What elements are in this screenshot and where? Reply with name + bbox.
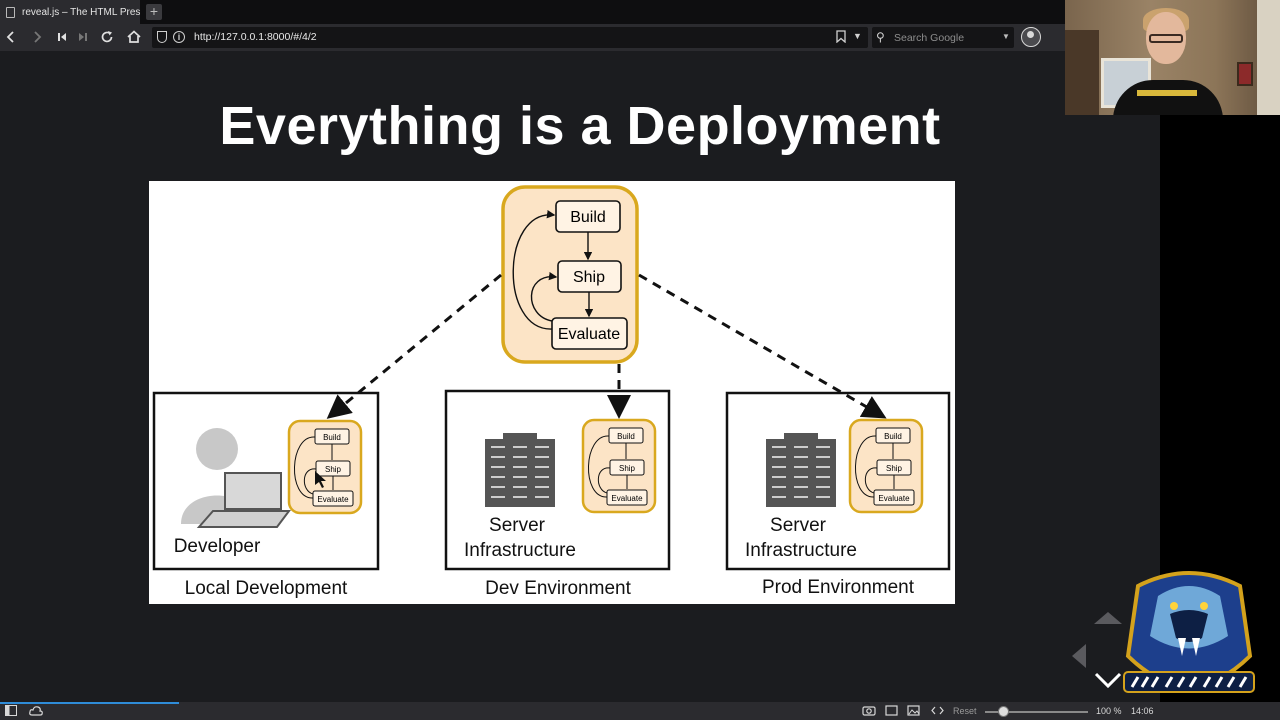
prod-build-label: Build xyxy=(884,432,902,441)
search-dropdown-icon[interactable]: ▼ xyxy=(1002,32,1010,41)
diagram-svg: Build Ship Evaluate Developer Server Inf… xyxy=(152,185,951,599)
central-evaluate-label: Evaluate xyxy=(558,326,620,343)
conference-logo xyxy=(1118,566,1260,706)
forward-button[interactable] xyxy=(28,28,46,46)
reload-button[interactable] xyxy=(98,28,116,46)
last-slide-button[interactable] xyxy=(74,28,92,46)
developer-label: Developer xyxy=(174,536,261,557)
new-tab-button[interactable]: + xyxy=(146,4,162,20)
webcam-feed xyxy=(1065,0,1280,115)
account-icon[interactable] xyxy=(1021,27,1041,47)
reload-icon xyxy=(101,31,113,43)
clock-time: 14:06 xyxy=(1131,706,1154,716)
dev-actor-line1: Server xyxy=(489,515,546,536)
central-ship-label: Ship xyxy=(573,269,605,286)
zoom-slider-handle[interactable] xyxy=(998,706,1009,717)
local-evaluate-label: Evaluate xyxy=(317,495,349,504)
skip-back-icon xyxy=(58,33,66,41)
dev-build-label: Build xyxy=(617,432,635,441)
slide-title: Everything is a Deployment xyxy=(219,96,941,156)
chevron-left-icon xyxy=(6,31,14,43)
back-button[interactable] xyxy=(2,28,20,46)
status-bar: Reset 100 % 14:06 xyxy=(0,702,1280,720)
address-bar[interactable]: i http://127.0.0.1:8000/#/4/2 ▼ xyxy=(152,27,868,48)
prod-ship-label: Ship xyxy=(886,464,903,473)
shield-icon[interactable] xyxy=(157,31,167,43)
cloud-icon[interactable] xyxy=(29,705,43,719)
search-input[interactable] xyxy=(894,30,998,45)
chevron-right-icon xyxy=(34,31,42,43)
tab-bar: reveal.js – The HTML Prese + xyxy=(0,0,1065,24)
arrow-to-prod xyxy=(638,273,887,419)
prod-env-label: Prod Environment xyxy=(762,577,915,598)
zoom-level: 100 % xyxy=(1096,706,1122,716)
tab-title: reveal.js – The HTML Prese xyxy=(22,6,140,18)
home-button[interactable] xyxy=(125,28,143,46)
sidebar-toggle-icon[interactable] xyxy=(5,705,17,719)
home-icon xyxy=(127,30,141,43)
prod-actor-line1: Server xyxy=(770,515,827,536)
prod-actor-line2: Infrastructure xyxy=(745,540,857,561)
dev-ship-label: Ship xyxy=(619,464,636,473)
url-text[interactable]: http://127.0.0.1:8000/#/4/2 xyxy=(194,31,317,43)
nav-left-arrow[interactable] xyxy=(1072,644,1086,668)
prod-mini-cycle: Build Ship Evaluate xyxy=(848,418,924,514)
local-env-label: Local Development xyxy=(185,578,348,599)
dev-actor-line2: Infrastructure xyxy=(464,540,576,561)
local-build-label: Build xyxy=(323,433,341,442)
zoom-reset-button[interactable]: Reset xyxy=(953,706,977,716)
window-icon[interactable] xyxy=(885,705,898,719)
prod-evaluate-label: Evaluate xyxy=(878,494,910,503)
info-icon[interactable]: i xyxy=(173,31,185,43)
search-box[interactable]: ⚲ ▼ xyxy=(872,27,1014,48)
url-dropdown-icon[interactable]: ▼ xyxy=(853,31,862,41)
tab-reveal[interactable]: reveal.js – The HTML Prese xyxy=(0,0,140,24)
central-build-label: Build xyxy=(570,209,606,226)
dev-mini-cycle: Build Ship Evaluate xyxy=(581,418,657,514)
navigation-bar: i http://127.0.0.1:8000/#/4/2 ▼ ⚲ ▼ xyxy=(0,24,1065,51)
dev-evaluate-label: Evaluate xyxy=(611,494,643,503)
server-icon xyxy=(485,433,555,507)
first-slide-button[interactable] xyxy=(53,28,71,46)
code-icon[interactable] xyxy=(931,705,944,719)
slide-area: Everything is a Deployment Build Ship Ev… xyxy=(0,51,1160,702)
central-cycle: Build Ship Evaluate xyxy=(501,185,639,364)
camera-icon[interactable] xyxy=(862,705,876,719)
developer-icon xyxy=(181,428,291,528)
page-icon xyxy=(6,6,15,18)
local-mini-cycle: Build Ship Evaluate xyxy=(287,419,363,515)
slide-progress-bar xyxy=(0,702,180,704)
search-icon: ⚲ xyxy=(876,30,885,44)
image-icon[interactable] xyxy=(907,705,920,719)
arrow-to-local xyxy=(326,273,502,419)
server-icon xyxy=(766,433,836,507)
deployment-diagram: Build Ship Evaluate Developer Server Inf… xyxy=(149,181,955,604)
skip-forward-icon xyxy=(79,33,87,41)
local-ship-label: Ship xyxy=(325,465,342,474)
bookmark-icon[interactable] xyxy=(836,30,846,46)
dev-env-label: Dev Environment xyxy=(485,578,631,599)
